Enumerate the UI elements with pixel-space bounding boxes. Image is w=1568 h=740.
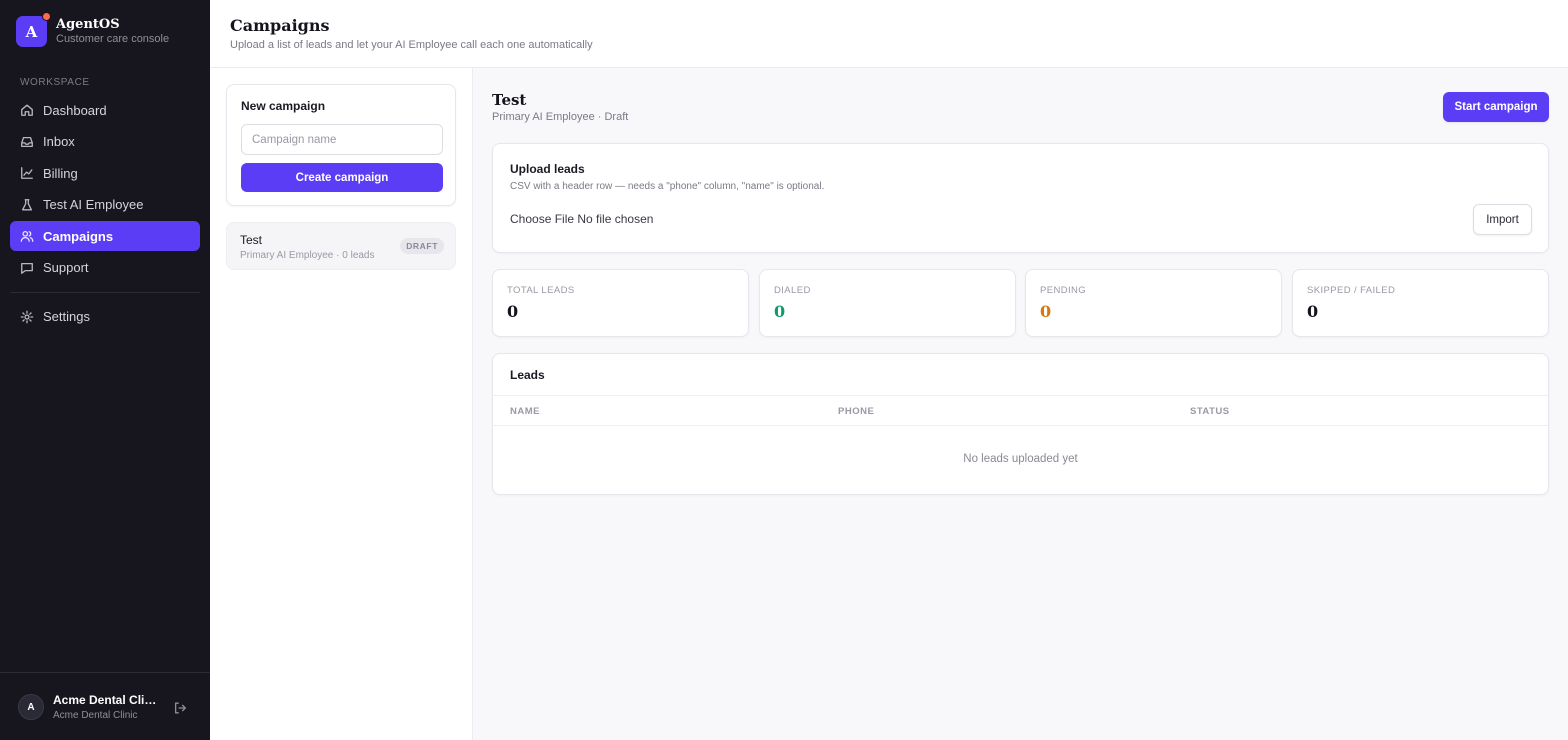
stat-label: SKIPPED / FAILED xyxy=(1307,285,1396,296)
campaign-name-input[interactable] xyxy=(241,124,443,155)
sidebar-item-label: Settings xyxy=(43,309,90,325)
campaign-list-item[interactable]: Test Primary AI Employee · 0 leads DRAFT xyxy=(226,222,456,270)
users-icon xyxy=(20,231,34,243)
sidebar-item-label: Campaigns xyxy=(43,228,114,244)
stat-label: PENDING xyxy=(1040,285,1087,296)
message-icon xyxy=(21,262,33,274)
campaign-list-panel: New campaign Create campaign Test Primar… xyxy=(210,68,473,740)
campaign-item-meta: Primary AI Employee · 0 leads xyxy=(240,250,375,261)
account-org: Acme Dental Clinic xyxy=(53,710,138,721)
sidebar-item-label: Inbox xyxy=(43,134,75,150)
brand-text: AgentOS Customer care console xyxy=(56,17,169,46)
stat-label: TOTAL LEADS xyxy=(507,285,575,296)
workspace-section-label: WORKSPACE xyxy=(20,77,90,88)
logout-icon[interactable] xyxy=(173,701,187,715)
file-status: No file chosen xyxy=(577,212,654,226)
sidebar-item-settings[interactable]: Settings xyxy=(10,302,200,332)
sidebar-item-test-ai-employee[interactable]: Test AI Employee xyxy=(10,190,200,220)
column-header-status[interactable]: STATUS xyxy=(1190,406,1230,417)
sidebar-nav: Dashboard Inbox Billing Test AI Employee… xyxy=(10,95,200,334)
stat-value: 0 xyxy=(1307,302,1319,321)
campaign-detail: Test Primary AI Employee · Draft Start c… xyxy=(473,68,1568,740)
leads-title: Leads xyxy=(510,368,545,382)
upload-leads-title: Upload leads xyxy=(510,162,585,176)
sidebar-item-inbox[interactable]: Inbox xyxy=(10,127,200,157)
campaign-subtitle: Primary AI Employee · Draft xyxy=(492,111,629,123)
page-title: Campaigns xyxy=(230,16,330,35)
stat-value: 0 xyxy=(774,302,786,321)
stat-card-total-leads: TOTAL LEADS 0 xyxy=(492,269,749,337)
page-header: Campaigns Upload a list of leads and let… xyxy=(210,0,1568,68)
stat-card-pending: PENDING 0 xyxy=(1025,269,1282,337)
column-header-phone[interactable]: PHONE xyxy=(838,406,874,417)
sidebar: A AgentOS Customer care console WORKSPAC… xyxy=(0,0,210,740)
create-campaign-button[interactable]: Create campaign xyxy=(241,163,443,192)
notification-dot xyxy=(42,12,51,21)
account-footer: A Acme Dental Clinic... Acme Dental Clin… xyxy=(0,672,210,740)
sidebar-item-label: Billing xyxy=(43,165,78,181)
empty-state: No leads uploaded yet xyxy=(963,453,1078,465)
import-button[interactable]: Import xyxy=(1473,204,1532,235)
sidebar-item-support[interactable]: Support xyxy=(10,253,200,283)
upload-leads-description: CSV with a header row — needs a "phone" … xyxy=(510,181,825,192)
stat-card-skipped-failed: SKIPPED / FAILED 0 xyxy=(1292,269,1549,337)
home-icon xyxy=(21,104,33,116)
inbox-icon xyxy=(21,136,33,147)
sidebar-item-billing[interactable]: Billing xyxy=(10,158,200,188)
chart-line-icon xyxy=(21,167,33,180)
account-name: Acme Dental Clinic... xyxy=(53,693,163,707)
start-campaign-button[interactable]: Start campaign xyxy=(1443,92,1549,122)
sidebar-item-label: Support xyxy=(43,260,89,276)
brand-logo-letter: A xyxy=(25,22,38,41)
flask-icon xyxy=(21,198,33,211)
stat-value: 0 xyxy=(1040,302,1052,321)
page-subtitle: Upload a list of leads and let your AI E… xyxy=(230,39,593,51)
avatar[interactable]: A xyxy=(18,694,44,720)
brand-logo: A xyxy=(16,12,51,47)
gear-icon xyxy=(20,310,34,324)
nav-divider xyxy=(10,291,200,293)
choose-file-button[interactable]: Choose File xyxy=(510,212,574,226)
sidebar-item-label: Dashboard xyxy=(43,102,107,118)
sidebar-item-dashboard[interactable]: Dashboard xyxy=(10,95,200,125)
column-header-name[interactable]: NAME xyxy=(510,406,540,417)
brand-subtitle: Customer care console xyxy=(56,33,170,45)
new-campaign-title: New campaign xyxy=(241,99,326,113)
brand-name: AgentOS xyxy=(56,17,120,32)
sidebar-item-label: Test AI Employee xyxy=(43,197,144,213)
file-input[interactable]: Choose File No file chosen xyxy=(510,212,653,226)
brand[interactable]: A AgentOS Customer care console xyxy=(16,12,169,47)
campaign-title: Test xyxy=(492,91,527,109)
upload-leads-card: Upload leads CSV with a header row — nee… xyxy=(492,143,1549,253)
sidebar-item-campaigns[interactable]: Campaigns xyxy=(10,221,200,252)
stat-value: 0 xyxy=(507,302,519,321)
campaign-item-name: Test xyxy=(240,233,263,247)
stat-card-dialed: DIALED 0 xyxy=(759,269,1016,337)
table-header: NAME PHONE STATUS xyxy=(493,395,1548,426)
leads-table-card: Leads NAME PHONE STATUS No leads uploade… xyxy=(492,353,1549,495)
stat-label: DIALED xyxy=(774,285,811,296)
new-campaign-card: New campaign Create campaign xyxy=(226,84,456,206)
status-badge: DRAFT xyxy=(400,238,444,254)
